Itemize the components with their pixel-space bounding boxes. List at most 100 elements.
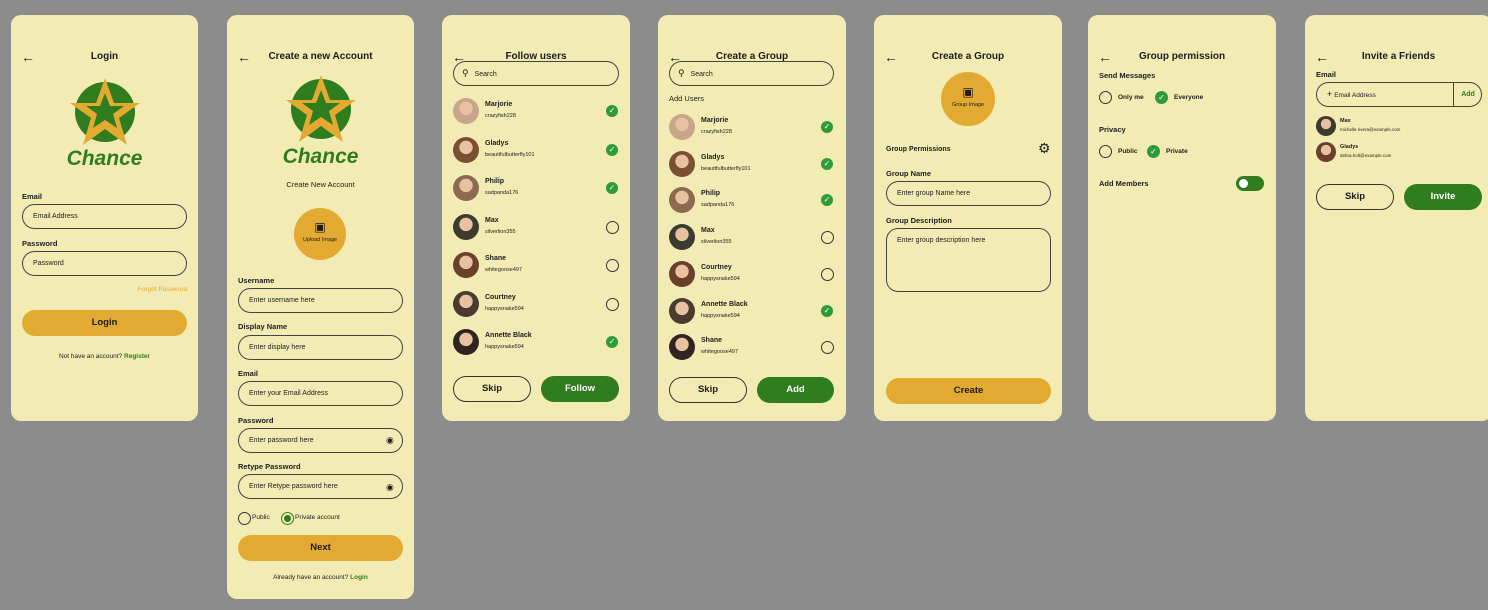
add-email-button[interactable]: Add xyxy=(1453,82,1482,107)
check-icon[interactable]: ✓ xyxy=(606,182,618,194)
forgot-password-link[interactable]: Forgot Password xyxy=(138,286,187,293)
image-icon: ▣ xyxy=(314,220,326,234)
list-item[interactable]: Gladys beautifulbutterfly101 ✓ xyxy=(453,136,619,165)
skip-button[interactable]: Skip xyxy=(453,376,531,402)
avatar xyxy=(453,175,479,201)
public-radio[interactable] xyxy=(238,512,251,525)
login-link[interactable]: Login xyxy=(350,574,368,581)
only-me-label: Only me xyxy=(1118,94,1144,101)
group-permission-screen: ← Group permission Send Messages Only me… xyxy=(1088,15,1276,421)
group-name-field[interactable]: Enter group Name here xyxy=(886,181,1051,206)
upload-image-button[interactable]: ▣ Upload Image xyxy=(294,208,346,260)
invite-button[interactable]: Invite xyxy=(1404,184,1482,210)
user-name: Marjorie xyxy=(485,101,513,108)
only-me-radio[interactable] xyxy=(1099,91,1112,104)
skip-button[interactable]: Skip xyxy=(1316,184,1394,210)
user-name: Annette Black xyxy=(485,332,532,339)
avatar xyxy=(1316,116,1336,136)
user-name: Gladys xyxy=(701,153,725,161)
unchecked-circle-icon[interactable] xyxy=(606,220,619,234)
list-item[interactable]: Philip sadpanda176 ✓ xyxy=(669,187,835,215)
back-arrow-icon[interactable]: ← xyxy=(21,45,35,69)
list-item[interactable]: Shane whitegoose497 xyxy=(453,252,619,280)
create-button[interactable]: Create xyxy=(886,378,1051,404)
list-item[interactable]: Courtney happysnake594 xyxy=(453,290,619,319)
unchecked-circle-icon[interactable] xyxy=(606,297,619,311)
gear-icon[interactable]: ⚙ xyxy=(1038,141,1051,155)
avatar xyxy=(669,334,695,361)
next-button[interactable]: Next xyxy=(238,535,403,561)
group-details-header: ← Create a Group xyxy=(874,45,1062,69)
list-item[interactable]: Philip sadpanda176 ✓ xyxy=(453,175,619,203)
list-item[interactable]: Marjorie crazyfish228 ✓ xyxy=(669,114,835,142)
retype-password-field[interactable]: Enter Retype password here xyxy=(238,474,403,499)
register-link[interactable]: Register xyxy=(124,353,150,360)
user-handle: crazyfish228 xyxy=(485,113,516,119)
email-field[interactable]: Email Address xyxy=(22,204,187,229)
password-label: Password xyxy=(238,416,274,425)
user-name: Shane xyxy=(485,255,507,262)
check-icon[interactable]: ✓ xyxy=(821,194,833,207)
search-input[interactable]: ⚲ Search xyxy=(453,61,619,86)
page-title: Invite a Friends xyxy=(1361,51,1436,62)
list-item[interactable]: Shane whitegoose497 xyxy=(669,334,835,362)
check-icon[interactable]: ✓ xyxy=(821,157,833,170)
login-prompt: Already have an account? Login xyxy=(227,574,414,581)
password-field[interactable]: Password xyxy=(22,251,187,276)
retype-password-label: Retype Password xyxy=(238,462,301,471)
search-input[interactable]: ⚲ Search xyxy=(669,61,834,86)
username-field[interactable]: Enter username here xyxy=(238,288,403,313)
check-icon[interactable]: ✓ xyxy=(821,121,833,133)
check-icon[interactable]: ✓ xyxy=(606,143,618,156)
private-check-icon[interactable]: ✓ xyxy=(1147,145,1160,158)
chance-logo-icon xyxy=(70,78,140,145)
chance-logo-icon xyxy=(286,75,356,142)
list-item[interactable]: Max silverlion355 xyxy=(453,213,619,242)
eye-icon[interactable]: ◉ xyxy=(386,435,394,446)
back-arrow-icon[interactable]: ← xyxy=(237,45,251,69)
back-arrow-icon[interactable]: ← xyxy=(884,45,898,69)
public-radio[interactable] xyxy=(1099,145,1112,158)
user-handle: happysnake594 xyxy=(485,305,524,312)
group-image-button[interactable]: ▣ Group Image xyxy=(941,72,995,126)
login-button[interactable]: Login xyxy=(22,310,187,336)
group-description-field[interactable]: Enter group description here xyxy=(886,228,1051,292)
list-item[interactable]: Annette Black happysnake594 ✓ xyxy=(453,329,619,357)
unchecked-circle-icon[interactable] xyxy=(606,259,619,272)
list-item[interactable]: Marjorie crazyfish228 ✓ xyxy=(453,98,619,126)
private-radio[interactable] xyxy=(281,512,294,525)
user-name: Max xyxy=(701,227,715,235)
add-members-label: Add Members xyxy=(1099,179,1149,188)
list-item[interactable]: Courtney happysnake594 xyxy=(669,260,835,289)
add-members-toggle[interactable] xyxy=(1236,176,1264,191)
password-field[interactable]: Enter password here xyxy=(238,428,403,453)
check-icon[interactable]: ✓ xyxy=(606,336,618,348)
invitee-email: debra.holt@example.com xyxy=(1340,153,1392,158)
user-name: Courtney xyxy=(485,293,516,301)
list-item[interactable]: Gladys beautifulbutterfly101 ✓ xyxy=(669,150,835,179)
back-arrow-icon[interactable]: ← xyxy=(1098,45,1112,69)
unchecked-circle-icon[interactable] xyxy=(821,341,834,355)
everyone-check-icon[interactable]: ✓ xyxy=(1155,91,1168,104)
list-item[interactable]: Annette Black happysnake594 ✓ xyxy=(669,297,835,326)
user-handle: sadpanda176 xyxy=(701,202,735,209)
back-arrow-icon[interactable]: ← xyxy=(1315,45,1329,69)
list-item[interactable]: Max silverlion355 xyxy=(669,224,835,252)
image-icon: ▣ xyxy=(962,85,974,99)
user-name: Philip xyxy=(701,190,721,198)
unchecked-circle-icon[interactable] xyxy=(821,231,834,245)
invite-header: ← Invite a Friends xyxy=(1305,45,1488,69)
check-icon[interactable]: ✓ xyxy=(821,304,833,317)
privacy-label: Privacy xyxy=(1099,125,1126,134)
skip-button[interactable]: Skip xyxy=(669,377,747,403)
unchecked-circle-icon[interactable] xyxy=(821,267,834,281)
public-label: Public xyxy=(252,514,270,521)
display-name-field[interactable]: Enter display here xyxy=(238,335,403,360)
add-button[interactable]: Add xyxy=(757,377,834,403)
email-field[interactable]: Enter your Email Address xyxy=(238,381,403,406)
user-name: Shane xyxy=(701,337,723,345)
follow-button[interactable]: Follow xyxy=(541,376,619,402)
eye-icon[interactable]: ◉ xyxy=(386,482,394,493)
check-icon[interactable]: ✓ xyxy=(606,105,618,117)
avatar xyxy=(453,329,479,355)
